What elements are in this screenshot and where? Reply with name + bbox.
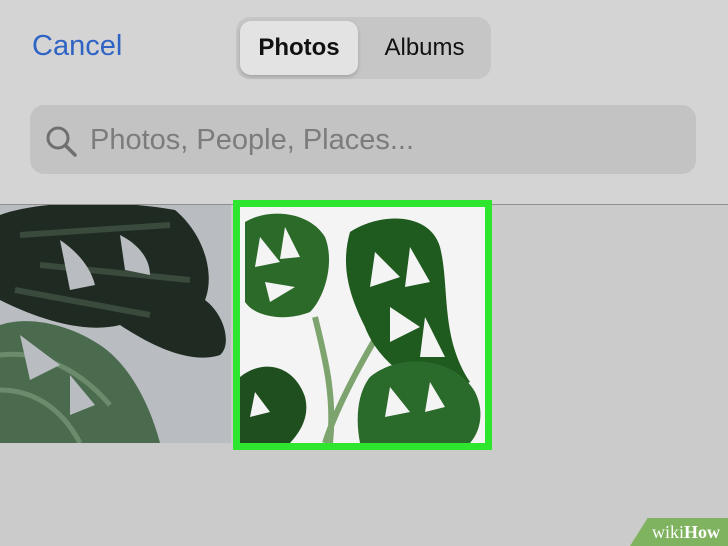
- monstera-photo-white: [240, 207, 485, 443]
- search-bar[interactable]: [30, 105, 696, 176]
- source-segmented-control: Photos Albums: [236, 17, 491, 79]
- photo-thumbnail[interactable]: [0, 205, 231, 443]
- search-input[interactable]: [88, 105, 682, 176]
- watermark-prefix: wiki: [651, 521, 684, 542]
- tab-photos[interactable]: Photos: [240, 21, 358, 75]
- search-icon: [44, 124, 78, 158]
- photo-grid: [0, 200, 728, 546]
- picker-header: Cancel Photos Albums: [0, 0, 728, 205]
- photo-thumbnail-selected[interactable]: [233, 200, 492, 450]
- monstera-photo-grey: [0, 205, 231, 443]
- cancel-button[interactable]: Cancel: [32, 30, 122, 63]
- tab-albums[interactable]: Albums: [362, 21, 487, 75]
- watermark-brand: How: [684, 521, 720, 542]
